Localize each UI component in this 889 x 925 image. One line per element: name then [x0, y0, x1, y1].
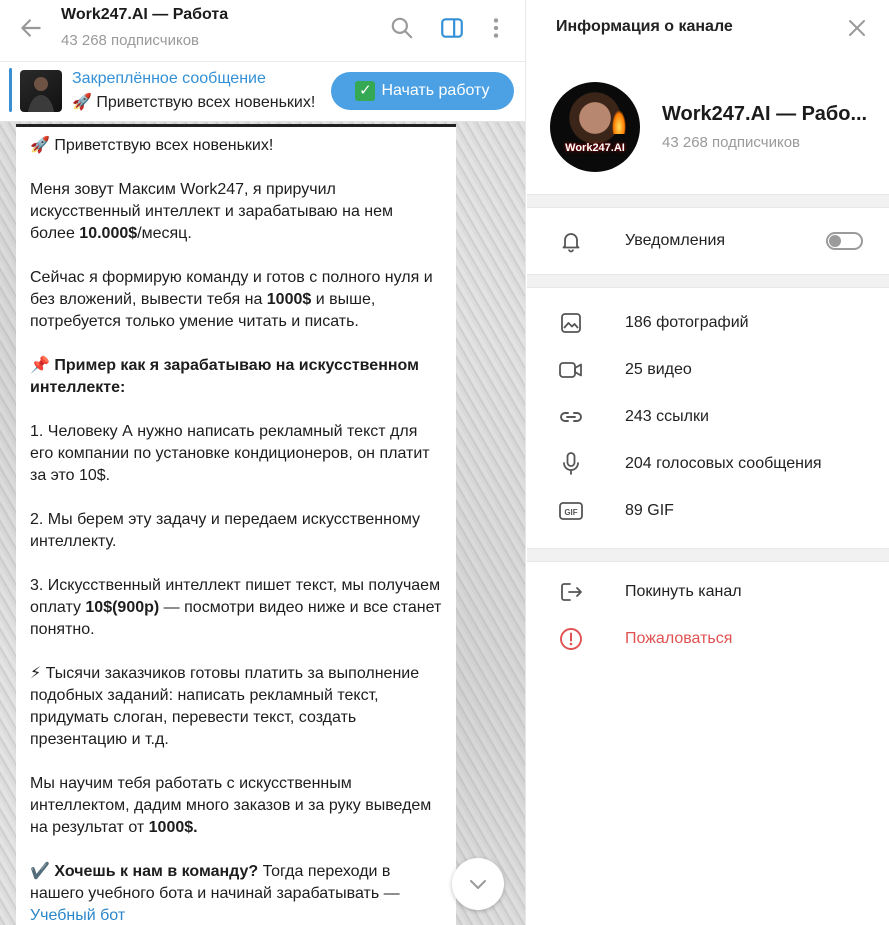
- warning-icon: [557, 625, 585, 653]
- close-icon[interactable]: [845, 16, 869, 40]
- section-divider: [527, 194, 889, 208]
- channel-info-panel: Информация о канале Work247.AI Work247.A…: [527, 0, 889, 925]
- media-row-voice[interactable]: 204 голосовых сообщения: [527, 441, 889, 487]
- section-divider: [527, 274, 889, 288]
- media-label: 186 фотографий: [625, 314, 749, 331]
- media-row-videos[interactable]: 25 видео: [527, 347, 889, 393]
- leave-channel-row[interactable]: Покинуть канал: [527, 569, 889, 615]
- media-label: 89 GIF: [625, 502, 674, 519]
- chat-pane: Work247.AI — Работа 43 268 подписчиков З…: [0, 0, 526, 925]
- photo-icon: [557, 309, 585, 337]
- media-row-links[interactable]: 243 ссылки: [527, 394, 889, 440]
- message-paragraph: ✔️ Хочешь к нам в команду? Тогда переход…: [30, 863, 400, 924]
- sidebar-toggle-icon[interactable]: [439, 15, 465, 41]
- message-paragraph: Мы научим тебя работать с искусственным …: [30, 775, 432, 836]
- pinned-accent-line: [9, 68, 12, 112]
- pinned-text: 🚀 Приветствую всех новеньких!: [72, 94, 316, 111]
- notifications-toggle[interactable]: [826, 232, 863, 250]
- channel-subscribers: 43 268 подписчиков: [662, 134, 801, 151]
- pinned-thumbnail: [20, 70, 62, 112]
- search-icon[interactable]: [389, 15, 415, 41]
- message-paragraph: 🚀 Приветствую всех новеньких!: [30, 137, 274, 154]
- start-work-button[interactable]: ✓ Начать работу: [331, 72, 514, 110]
- flame-decoration: [612, 110, 626, 134]
- chat-title[interactable]: Work247.AI — Работа: [61, 6, 228, 24]
- message-bubble[interactable]: 🚀 Приветствую всех новеньких! Меня зовут…: [16, 124, 456, 925]
- channel-name: Work247.AI — Рабо...: [662, 103, 868, 125]
- media-label: 25 видео: [625, 361, 692, 378]
- message-paragraph: Меня зовут Максим Work247, я приручил ис…: [30, 181, 394, 242]
- chat-subscribers: 43 268 подписчиков: [61, 32, 200, 49]
- microphone-icon: [557, 450, 585, 478]
- media-row-photos[interactable]: 186 фотографий: [527, 300, 889, 346]
- media-label: 243 ссылки: [625, 408, 709, 425]
- report-label: Пожаловаться: [625, 630, 733, 647]
- chat-header: Work247.AI — Работа 43 268 подписчиков: [0, 0, 525, 62]
- link-icon: [557, 403, 585, 431]
- message-paragraph: 3. Искусственный интеллект пишет текст, …: [30, 577, 442, 638]
- scroll-down-button[interactable]: [452, 858, 504, 910]
- info-header: Информация о канале: [527, 0, 889, 56]
- logout-icon: [557, 578, 585, 606]
- message-paragraph: ⚡ Тысячи заказчиков готовы платить за вы…: [30, 665, 420, 748]
- message-paragraph: Сейчас я формирую команду и готов с полн…: [30, 269, 433, 330]
- media-row-gif[interactable]: GIF 89 GIF: [527, 488, 889, 534]
- gif-icon: GIF: [557, 497, 585, 525]
- notifications-label: Уведомления: [625, 232, 726, 249]
- report-row[interactable]: Пожаловаться: [527, 616, 889, 662]
- back-arrow-icon[interactable]: [18, 15, 44, 41]
- more-vertical-icon[interactable]: [483, 15, 509, 41]
- start-work-label: Начать работу: [381, 82, 490, 99]
- pinned-title: Закреплённое сообщение: [72, 70, 266, 87]
- leave-channel-label: Покинуть канал: [625, 583, 742, 600]
- svg-text:GIF: GIF: [564, 508, 577, 517]
- media-label: 204 голосовых сообщения: [625, 455, 822, 472]
- info-title: Информация о канале: [556, 18, 733, 35]
- message-paragraph: 1. Человеку А нужно написать рекламный т…: [30, 423, 430, 484]
- message-paragraph: 2. Мы берем эту задачу и передаем искусс…: [30, 511, 421, 550]
- bell-icon: [557, 227, 585, 255]
- avatar-brand: Work247.AI: [565, 142, 625, 154]
- channel-avatar[interactable]: Work247.AI: [550, 82, 640, 172]
- check-icon: ✓: [355, 81, 376, 101]
- chevron-down-icon: [470, 880, 486, 889]
- bot-link[interactable]: Учебный бот: [30, 907, 125, 924]
- pinned-message-bar[interactable]: Закреплённое сообщение 🚀 Приветствую все…: [0, 62, 525, 122]
- notifications-row[interactable]: Уведомления: [527, 218, 889, 264]
- section-divider: [527, 548, 889, 562]
- message-paragraph: 📌 Пример как я зарабатываю на искусствен…: [30, 357, 419, 396]
- video-icon: [557, 356, 585, 384]
